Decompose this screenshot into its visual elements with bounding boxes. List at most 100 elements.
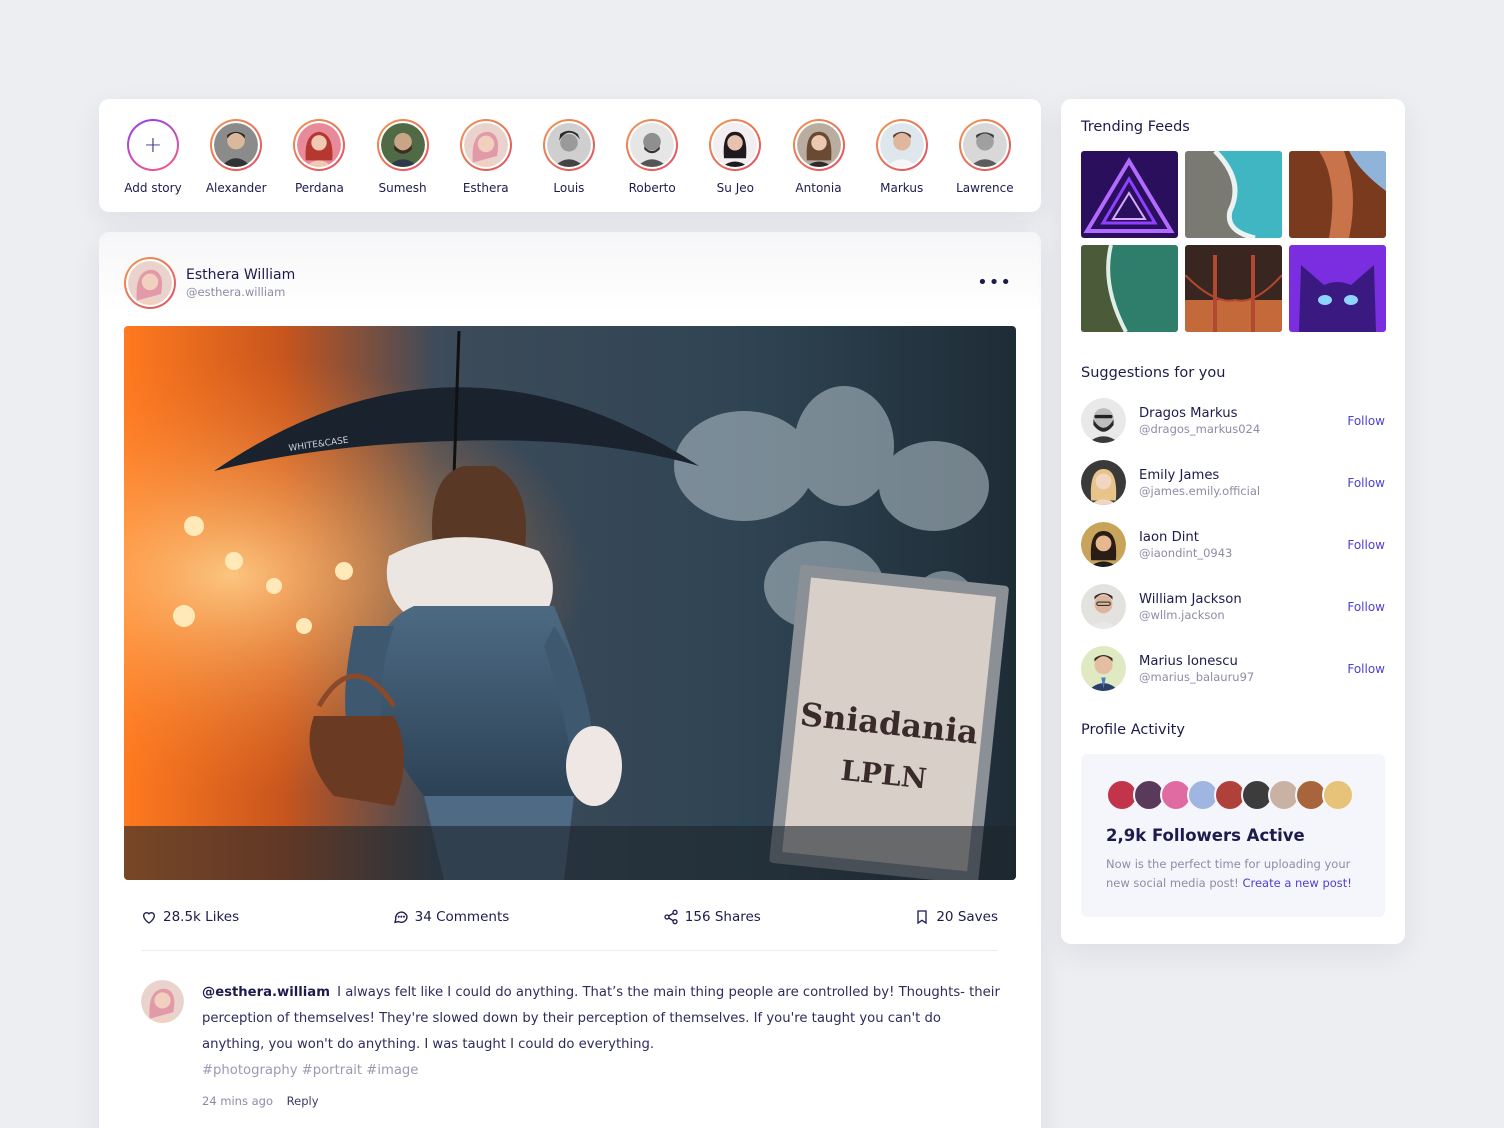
avatar	[546, 123, 591, 167]
avatar	[713, 123, 758, 167]
story-item[interactable]: Antonia	[779, 99, 859, 212]
trending-tile[interactable]	[1081, 245, 1178, 332]
suggestions-title: Suggestions for you	[1081, 365, 1226, 381]
follow-button[interactable]: Follow	[1347, 414, 1385, 428]
avatar	[380, 123, 425, 167]
story-item[interactable]: Lawrence	[945, 99, 1025, 212]
heart-icon	[142, 912, 156, 924]
divider	[141, 950, 998, 951]
story-item[interactable]: Esthera	[446, 99, 526, 212]
trending-tile[interactable]	[1081, 151, 1178, 238]
trending-title: Trending Feeds	[1081, 119, 1190, 135]
shares-count: 156 Shares	[684, 909, 761, 925]
likes-count: 28.5k Likes	[163, 909, 240, 925]
followers-active-count: 2,9k Followers Active	[1106, 826, 1305, 845]
post-image[interactable]: Sniadania LPLN WHITE&CASE	[124, 326, 1016, 880]
avatar	[297, 123, 342, 167]
bookmark-icon	[917, 910, 928, 925]
suggestion-handle: @james.emily.official	[1139, 483, 1261, 498]
author-handle: @esthera.william	[186, 285, 286, 299]
suggestion-name[interactable]: Marius Ionescu	[1139, 654, 1254, 669]
suggestion-name[interactable]: Emily James	[1139, 468, 1260, 483]
story-item[interactable]: Su Jeo	[695, 99, 775, 212]
story-name: Alexander	[205, 181, 267, 195]
sidebar: Trending Feeds Suggestions for you Drago…	[1061, 99, 1405, 944]
comment-username[interactable]: @esthera.william	[202, 985, 330, 1000]
follow-button[interactable]: Follow	[1347, 600, 1385, 614]
avatar	[962, 123, 1007, 167]
suggestion-name[interactable]: William Jackson	[1139, 592, 1242, 607]
avatar[interactable]	[1081, 398, 1126, 443]
author-avatar[interactable]	[124, 257, 176, 309]
suggestion-item: Emily James @james.emily.official Follow	[1081, 460, 1385, 505]
suggestion-name[interactable]: Dragos Markus	[1139, 406, 1260, 421]
more-horizontal-icon[interactable]: •••	[977, 274, 1012, 292]
trending-grid	[1081, 151, 1386, 332]
follow-button[interactable]: Follow	[1347, 662, 1385, 676]
trending-tile[interactable]	[1289, 245, 1386, 332]
story-name: Roberto	[628, 181, 676, 195]
reply-button[interactable]: Reply	[287, 1094, 319, 1108]
create-post-link[interactable]: Create a new post!	[1242, 876, 1351, 890]
follow-button[interactable]: Follow	[1347, 476, 1385, 490]
avatar[interactable]	[1081, 584, 1126, 629]
saves-count: 20 Saves	[936, 909, 998, 925]
story-name: Add story	[124, 181, 182, 195]
add-story-button[interactable]: + Add story	[113, 99, 193, 212]
story-name: Antonia	[795, 181, 842, 195]
activity-text: Now is the perfect time for uploading yo…	[1106, 857, 1352, 890]
follow-button[interactable]: Follow	[1347, 538, 1385, 552]
activity-card: 2,9k Followers Active Now is the perfect…	[1081, 754, 1385, 917]
suggestion-name[interactable]: Iaon Dint	[1139, 530, 1232, 545]
comment-tags[interactable]: #photography #portrait #image	[202, 1058, 1001, 1084]
suggestion-item: William Jackson @wllm.jackson Follow	[1081, 584, 1385, 629]
trending-tile[interactable]	[1185, 245, 1282, 332]
comment-time: 24 mins ago	[202, 1094, 274, 1108]
like-button[interactable]: 28.5k Likes	[141, 909, 239, 925]
plus-icon: +	[131, 123, 175, 167]
save-button[interactable]: 20 Saves	[914, 909, 998, 925]
avatar	[1322, 779, 1354, 811]
story-name: Markus	[880, 181, 924, 195]
suggestion-handle: @wllm.jackson	[1139, 607, 1225, 622]
comment-button[interactable]: 34 Comments	[393, 909, 510, 925]
story-name: Perdana	[294, 181, 344, 195]
story-name: Esthera	[462, 181, 509, 195]
avatar[interactable]	[1081, 646, 1126, 691]
story-name: Sumesh	[378, 181, 427, 195]
avatar	[630, 123, 675, 167]
activity-title: Profile Activity	[1081, 722, 1185, 738]
author-name[interactable]: Esthera William	[186, 267, 295, 283]
story-item[interactable]: Sumesh	[363, 99, 443, 212]
suggestion-item: Iaon Dint @iaondint_0943 Follow	[1081, 522, 1385, 567]
story-name: Louis	[553, 181, 585, 195]
story-item[interactable]: Alexander	[196, 99, 276, 212]
story-name: Su Jeo	[716, 181, 754, 195]
post-card: Esthera William @esthera.william ••• Sni…	[99, 232, 1041, 1128]
avatar[interactable]	[1081, 522, 1126, 567]
story-item[interactable]: Perdana	[279, 99, 359, 212]
avatar	[879, 123, 924, 167]
suggestion-item: Dragos Markus @dragos_markus024 Follow	[1081, 398, 1385, 443]
comments-count: 34 Comments	[414, 909, 510, 925]
trending-tile[interactable]	[1185, 151, 1282, 238]
story-name: Lawrence	[956, 181, 1014, 195]
trending-tile[interactable]	[1289, 151, 1386, 238]
share-button[interactable]: 156 Shares	[663, 909, 761, 925]
avatar[interactable]	[1081, 460, 1126, 505]
suggestion-item: Marius Ionescu @marius_balauru97 Follow	[1081, 646, 1385, 691]
story-item[interactable]: Markus	[862, 99, 942, 212]
chat-bubble-icon	[393, 911, 408, 924]
avatar	[796, 123, 841, 167]
story-item[interactable]: Louis	[529, 99, 609, 212]
stories-bar: + Add story Alexander Perdana Sumesh Est…	[99, 99, 1041, 212]
suggestion-handle: @marius_balauru97	[1139, 669, 1255, 684]
avatar	[128, 261, 172, 305]
suggestion-handle: @iaondint_0943	[1139, 545, 1233, 560]
post-actions: 28.5k Likes 34 Comments 156 Shares 20 Sa…	[141, 904, 998, 930]
suggestion-handle: @dragos_markus024	[1139, 421, 1261, 436]
comment-avatar[interactable]	[141, 980, 184, 1023]
story-item[interactable]: Roberto	[612, 99, 692, 212]
post-header: Esthera William @esthera.william •••	[124, 257, 1016, 309]
share-icon	[664, 909, 678, 925]
